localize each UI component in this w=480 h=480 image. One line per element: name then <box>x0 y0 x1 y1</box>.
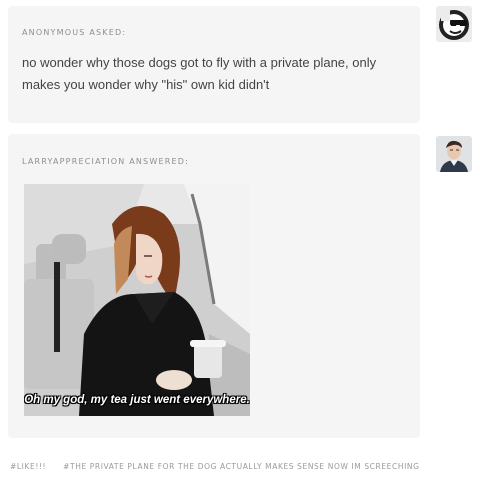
responder-name[interactable]: LARRYAPPRECIATION <box>22 157 125 166</box>
answer-verb: ANSWERED: <box>129 157 189 166</box>
user-photo-avatar <box>436 136 472 172</box>
answer-card: LARRYAPPRECIATION ANSWERED: Oh my god, m… <box>8 134 420 438</box>
tag-link[interactable]: #THE PRIVATE PLANE FOR THE DOG ACTUALLY … <box>63 462 419 471</box>
asker-avatar[interactable] <box>436 6 472 42</box>
responder-avatar[interactable] <box>436 136 472 172</box>
ask-card: ANONYMOUS ASKED: no wonder why those dog… <box>8 6 420 123</box>
ask-verb: ASKED: <box>89 28 127 37</box>
sunglasses-smiley-icon <box>436 6 472 42</box>
gif-caption: Oh my god, my tea just went everywhere. <box>24 394 250 406</box>
answer-header: LARRYAPPRECIATION ANSWERED: <box>22 157 189 166</box>
tag-list: #LIKE!!! #THE PRIVATE PLANE FOR THE DOG … <box>10 462 434 471</box>
tag-link[interactable]: #LIKE!!! <box>10 462 46 471</box>
question-text: no wonder why those dogs got to fly with… <box>22 55 377 92</box>
gif-scene-image <box>24 184 250 416</box>
answer-gif[interactable]: Oh my god, my tea just went everywhere. <box>24 184 250 416</box>
ask-header: ANONYMOUS ASKED: <box>22 28 126 37</box>
asker-name[interactable]: ANONYMOUS <box>22 28 86 37</box>
